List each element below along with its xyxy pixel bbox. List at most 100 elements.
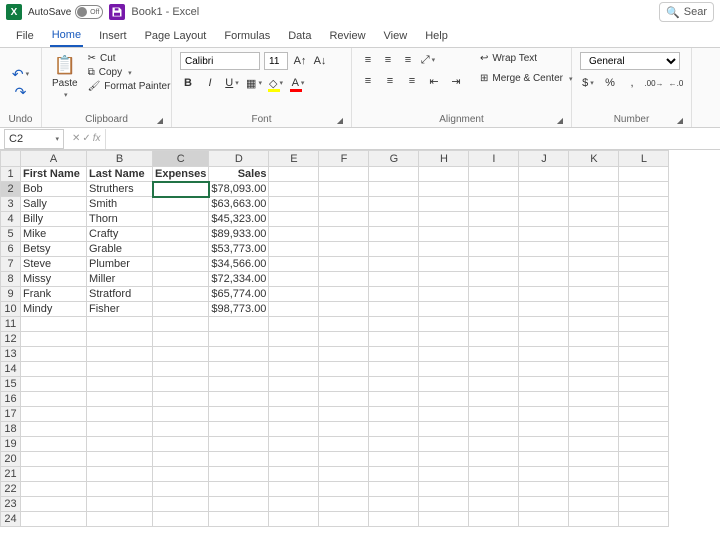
cell-H11[interactable] [419,317,469,332]
formula-input[interactable] [105,129,720,149]
cell-J3[interactable] [519,197,569,212]
cell-I16[interactable] [469,392,519,407]
search-box[interactable]: 🔍 Sear [659,2,714,22]
cell-A4[interactable]: Billy [21,212,87,227]
format-painter-button[interactable]: 🖌Format Painter [86,80,173,93]
row-header-9[interactable]: 9 [1,287,21,302]
cell-G1[interactable] [369,167,419,182]
cell-H24[interactable] [419,512,469,527]
cell-C16[interactable] [153,392,209,407]
cell-H14[interactable] [419,362,469,377]
cell-B18[interactable] [87,422,153,437]
cell-J5[interactable] [519,227,569,242]
cell-G24[interactable] [369,512,419,527]
row-header-1[interactable]: 1 [1,167,21,182]
autosave-toggle[interactable]: Off [75,5,103,19]
align-top-icon[interactable]: ≡ [360,52,376,68]
cell-G23[interactable] [369,497,419,512]
cell-H17[interactable] [419,407,469,422]
cell-H9[interactable] [419,287,469,302]
fill-color-button[interactable]: ◇▾ [268,75,284,91]
cell-G10[interactable] [369,302,419,317]
cell-E12[interactable] [269,332,319,347]
cell-B21[interactable] [87,467,153,482]
cell-L23[interactable] [619,497,669,512]
cell-L20[interactable] [619,452,669,467]
cell-J22[interactable] [519,482,569,497]
cell-F1[interactable] [319,167,369,182]
cell-E24[interactable] [269,512,319,527]
cell-G7[interactable] [369,257,419,272]
cell-L3[interactable] [619,197,669,212]
cell-A11[interactable] [21,317,87,332]
cell-J6[interactable] [519,242,569,257]
cell-I14[interactable] [469,362,519,377]
cell-I22[interactable] [469,482,519,497]
cell-F4[interactable] [319,212,369,227]
cell-D24[interactable] [209,512,269,527]
tab-file[interactable]: File [14,26,36,46]
cell-J24[interactable] [519,512,569,527]
cell-C3[interactable] [153,197,209,212]
cell-D12[interactable] [209,332,269,347]
cell-E16[interactable] [269,392,319,407]
cell-L10[interactable] [619,302,669,317]
cell-F2[interactable] [319,182,369,197]
border-button[interactable]: ▦▾ [246,75,262,91]
cell-D23[interactable] [209,497,269,512]
cell-A3[interactable]: Sally [21,197,87,212]
cell-A1[interactable]: First Name [21,167,87,182]
cell-C15[interactable] [153,377,209,392]
cell-A22[interactable] [21,482,87,497]
cell-I17[interactable] [469,407,519,422]
cell-G6[interactable] [369,242,419,257]
cell-A5[interactable]: Mike [21,227,87,242]
cell-I15[interactable] [469,377,519,392]
cell-K6[interactable] [569,242,619,257]
cell-K12[interactable] [569,332,619,347]
cell-J15[interactable] [519,377,569,392]
cell-F13[interactable] [319,347,369,362]
row-header-4[interactable]: 4 [1,212,21,227]
decrease-indent-icon[interactable]: ⇤ [426,73,442,89]
cell-A16[interactable] [21,392,87,407]
cell-C20[interactable] [153,452,209,467]
row-header-22[interactable]: 22 [1,482,21,497]
cell-A23[interactable] [21,497,87,512]
cell-J12[interactable] [519,332,569,347]
cell-F16[interactable] [319,392,369,407]
cell-G8[interactable] [369,272,419,287]
cell-C9[interactable] [153,287,209,302]
row-header-20[interactable]: 20 [1,452,21,467]
row-header-2[interactable]: 2 [1,182,21,197]
undo-icon[interactable]: ↶▾ [12,66,29,83]
cell-G16[interactable] [369,392,419,407]
cell-E14[interactable] [269,362,319,377]
cell-G11[interactable] [369,317,419,332]
cell-D16[interactable] [209,392,269,407]
cell-D13[interactable] [209,347,269,362]
cell-G15[interactable] [369,377,419,392]
row-header-13[interactable]: 13 [1,347,21,362]
row-header-6[interactable]: 6 [1,242,21,257]
cell-E1[interactable] [269,167,319,182]
cell-K16[interactable] [569,392,619,407]
cell-K1[interactable] [569,167,619,182]
cell-K14[interactable] [569,362,619,377]
autosave-control[interactable]: AutoSave Off [28,5,103,19]
cell-J13[interactable] [519,347,569,362]
cell-I3[interactable] [469,197,519,212]
cell-J23[interactable] [519,497,569,512]
cell-G12[interactable] [369,332,419,347]
row-header-3[interactable]: 3 [1,197,21,212]
row-header-17[interactable]: 17 [1,407,21,422]
cell-F24[interactable] [319,512,369,527]
cell-A20[interactable] [21,452,87,467]
cell-C24[interactable] [153,512,209,527]
cell-K2[interactable] [569,182,619,197]
column-header-F[interactable]: F [319,151,369,167]
dialog-launcher-icon[interactable]: ◢ [337,116,343,125]
cell-L5[interactable] [619,227,669,242]
cell-E13[interactable] [269,347,319,362]
cell-I5[interactable] [469,227,519,242]
